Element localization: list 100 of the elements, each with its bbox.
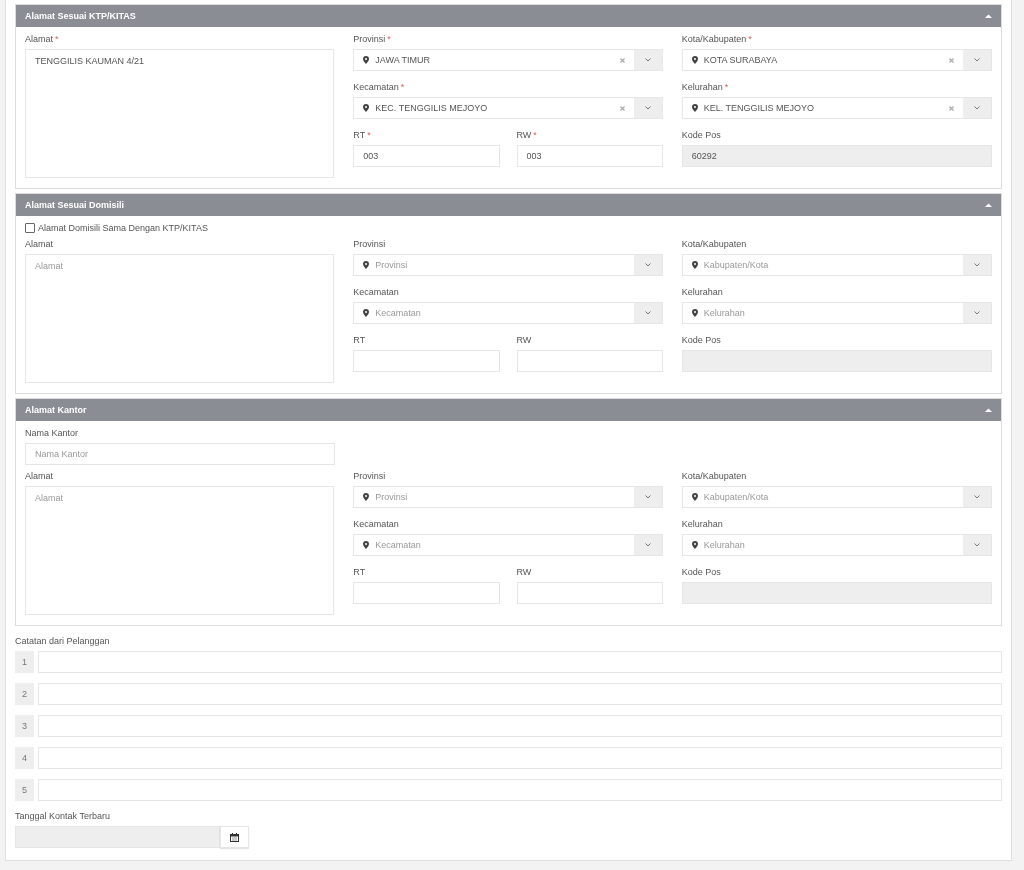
input-field[interactable] — [38, 779, 1002, 801]
field-label: Kota/Kabupaten — [681, 239, 747, 249]
field-label: Nama Kantor — [25, 428, 79, 438]
dropdown-button[interactable] — [633, 50, 662, 70]
field-label: Kelurahan — [681, 287, 723, 297]
select-field[interactable]: JAWA TIMUR — [353, 49, 663, 71]
section-title: Alamat Kantor — [25, 405, 87, 415]
dropdown-button[interactable] — [633, 98, 662, 118]
field-label: Alamat — [25, 471, 53, 481]
map-pin-icon — [691, 261, 698, 269]
input-field[interactable] — [353, 582, 500, 604]
caret-icon[interactable] — [985, 407, 992, 413]
clear-icon[interactable] — [949, 57, 954, 63]
select-field[interactable]: Kabupaten/Kota — [681, 254, 992, 276]
dropdown-button[interactable] — [633, 487, 662, 507]
select-field[interactable]: KOTA SURABAYA — [681, 49, 992, 71]
field-label: Kecamatan — [353, 82, 399, 92]
input-field[interactable] — [516, 582, 663, 604]
dropdown-button[interactable] — [963, 535, 991, 555]
field-label: Kota/Kabupaten — [681, 471, 747, 481]
field-label: RT — [353, 335, 366, 345]
select-field[interactable]: Provinsi — [353, 254, 663, 276]
map-pin-icon — [691, 56, 698, 64]
row-number: 4 — [15, 747, 34, 769]
clear-icon[interactable] — [949, 105, 954, 111]
field-label: Provinsi — [353, 471, 386, 481]
dropdown-button[interactable] — [963, 255, 991, 275]
input-field[interactable]: 003 — [353, 145, 500, 167]
input-field[interactable]: 003 — [516, 145, 663, 167]
section-header[interactable]: Alamat Sesuai Domisili — [16, 194, 1001, 216]
field-label: Kota/Kabupaten — [681, 34, 747, 44]
address-textarea[interactable]: TENGGILIS KAUMAN 4/21 — [25, 49, 335, 178]
field-label: Kode Pos — [681, 130, 721, 140]
required-mark: * — [724, 82, 729, 92]
map-pin-icon — [363, 493, 370, 501]
caret-icon[interactable] — [985, 202, 992, 208]
field-label: Kecamatan — [353, 519, 399, 529]
select-field[interactable]: KEL. TENGGILIS MEJOYO — [681, 97, 992, 119]
dropdown-button[interactable] — [633, 535, 662, 555]
calendar-button[interactable] — [220, 826, 249, 848]
map-pin-icon — [363, 56, 370, 64]
field-label: Kecamatan — [353, 287, 399, 297]
dropdown-button[interactable] — [963, 50, 991, 70]
required-mark: * — [367, 130, 371, 140]
map-pin-icon — [691, 309, 698, 317]
field-label: Alamat — [25, 34, 53, 44]
required-mark: * — [748, 34, 752, 44]
input-field[interactable] — [38, 651, 1002, 673]
chevron-down-icon — [644, 263, 651, 267]
select-field[interactable]: Kecamatan — [353, 302, 663, 324]
dropdown-button[interactable] — [963, 98, 991, 118]
input-field[interactable] — [38, 683, 1002, 705]
dropdown-button[interactable] — [633, 255, 662, 275]
row-number: 3 — [15, 715, 34, 737]
select-field[interactable]: Kelurahan — [681, 534, 992, 556]
dropdown-button[interactable] — [633, 303, 662, 323]
section-title: Alamat Sesuai KTP/KITAS — [25, 11, 136, 21]
checkbox-label: Alamat Domisili Sama Dengan KTP/KITAS — [38, 223, 208, 233]
clear-icon[interactable] — [619, 57, 625, 63]
clear-icon[interactable] — [619, 105, 625, 111]
chevron-down-icon — [974, 311, 980, 315]
select-field[interactable]: KEC. TENGGILIS MEJOYO — [353, 97, 663, 119]
input-field[interactable] — [38, 747, 1002, 769]
dropdown-button[interactable] — [963, 487, 991, 507]
select-field[interactable]: Kecamatan — [353, 534, 663, 556]
field-label: RW — [516, 567, 532, 577]
input-field[interactable] — [38, 715, 1002, 737]
field-label: Kode Pos — [681, 567, 721, 577]
map-pin-icon — [691, 104, 698, 112]
section-header[interactable]: Alamat Kantor — [16, 399, 1001, 421]
address-textarea[interactable]: Alamat — [25, 254, 335, 383]
calendar-icon — [230, 832, 239, 842]
field-label: Catatan dari Pelanggan — [15, 636, 110, 646]
map-pin-icon — [363, 104, 370, 112]
field-label: RW — [516, 335, 532, 345]
required-mark: * — [387, 34, 391, 44]
address-textarea[interactable]: Alamat — [25, 486, 335, 615]
chevron-down-icon — [644, 543, 651, 547]
input-field[interactable]: Nama Kantor — [25, 443, 335, 465]
caret-icon[interactable] — [985, 13, 992, 19]
field-label: Provinsi — [353, 34, 386, 44]
chevron-down-icon — [974, 495, 980, 499]
row-number: 1 — [15, 651, 34, 673]
required-mark: * — [400, 82, 405, 92]
map-pin-icon — [691, 541, 698, 549]
select-field[interactable]: Kelurahan — [681, 302, 992, 324]
field-label: Kelurahan — [681, 519, 723, 529]
field-label: RW — [516, 130, 532, 140]
section-header[interactable]: Alamat Sesuai KTP/KITAS — [16, 5, 1001, 27]
map-pin-icon — [363, 541, 370, 549]
field-label: RT — [353, 567, 366, 577]
dropdown-button[interactable] — [963, 303, 991, 323]
select-field[interactable]: Kabupaten/Kota — [681, 486, 992, 508]
checkbox[interactable] — [25, 223, 35, 233]
input-field[interactable] — [353, 350, 500, 372]
field-label: Kelurahan — [681, 82, 723, 92]
input-field[interactable] — [516, 350, 663, 372]
map-pin-icon — [363, 261, 370, 269]
field-label: Alamat — [25, 239, 53, 249]
select-field[interactable]: Provinsi — [353, 486, 663, 508]
